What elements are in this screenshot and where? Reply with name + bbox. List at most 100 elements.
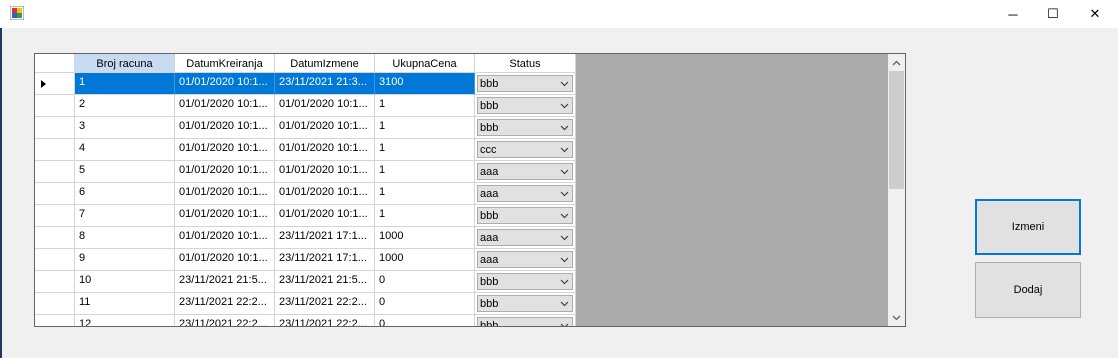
cell-broj-racuna[interactable]: 7 bbox=[75, 205, 175, 227]
status-dropdown[interactable]: bbb bbox=[477, 317, 573, 326]
cell-datum-kreiranja[interactable]: 01/01/2020 10:1... bbox=[175, 183, 275, 205]
cell-broj-racuna[interactable]: 2 bbox=[75, 95, 175, 117]
table-row[interactable]: 1 01/01/2020 10:1... 23/11/2021 21:3... 310… bbox=[35, 73, 576, 95]
cell-datum-izmene[interactable]: 23/11/2021 17:1... bbox=[275, 227, 375, 249]
cell-broj-racuna[interactable]: 8 bbox=[75, 227, 175, 249]
chevron-down-icon[interactable] bbox=[556, 252, 572, 267]
row-header[interactable] bbox=[35, 73, 75, 95]
chevron-down-icon[interactable] bbox=[556, 120, 572, 135]
maximize-button[interactable]: ☐ bbox=[1030, 0, 1076, 28]
invoice-data-grid[interactable]: Broj racuna DatumKreiranja DatumIzmene U… bbox=[34, 53, 906, 327]
cell-datum-izmene[interactable]: 01/01/2020 10:1... bbox=[275, 139, 375, 161]
scroll-thumb[interactable] bbox=[889, 71, 904, 189]
cell-datum-kreiranja[interactable]: 01/01/2020 10:1... bbox=[175, 139, 275, 161]
row-header[interactable] bbox=[35, 161, 75, 183]
table-row[interactable]: 4 01/01/2020 10:1... 01/01/2020 10:1... 1 cc… bbox=[35, 139, 576, 161]
cell-ukupna-cena[interactable]: 1 bbox=[375, 183, 475, 205]
column-header-broj-racuna[interactable]: Broj racuna bbox=[75, 54, 175, 73]
cell-broj-racuna[interactable]: 11 bbox=[75, 293, 175, 315]
cell-datum-izmene[interactable]: 23/11/2021 22:2... bbox=[275, 315, 375, 326]
chevron-down-icon[interactable] bbox=[556, 208, 572, 223]
status-dropdown[interactable]: bbb bbox=[477, 97, 573, 114]
cell-datum-izmene[interactable]: 23/11/2021 21:3... bbox=[275, 73, 375, 95]
row-header[interactable] bbox=[35, 249, 75, 271]
chevron-down-icon[interactable] bbox=[556, 296, 572, 311]
cell-ukupna-cena[interactable]: 1000 bbox=[375, 249, 475, 271]
status-dropdown[interactable]: bbb bbox=[477, 273, 573, 290]
scroll-down-button[interactable] bbox=[888, 309, 905, 326]
cell-datum-izmene[interactable]: 01/01/2020 10:1... bbox=[275, 117, 375, 139]
row-header[interactable] bbox=[35, 95, 75, 117]
status-dropdown[interactable]: bbb bbox=[477, 75, 573, 92]
cell-datum-kreiranja[interactable]: 01/01/2020 10:1... bbox=[175, 161, 275, 183]
status-dropdown[interactable]: aaa bbox=[477, 185, 573, 202]
table-row[interactable]: 5 01/01/2020 10:1... 01/01/2020 10:1... 1 aa… bbox=[35, 161, 576, 183]
cell-ukupna-cena[interactable]: 3100 bbox=[375, 73, 475, 95]
cell-datum-izmene[interactable]: 23/11/2021 22:2... bbox=[275, 293, 375, 315]
cell-ukupna-cena[interactable]: 1 bbox=[375, 205, 475, 227]
cell-broj-racuna[interactable]: 6 bbox=[75, 183, 175, 205]
cell-broj-racuna[interactable]: 3 bbox=[75, 117, 175, 139]
cell-broj-racuna[interactable]: 12 bbox=[75, 315, 175, 326]
row-header[interactable] bbox=[35, 117, 75, 139]
cell-datum-kreiranja[interactable]: 01/01/2020 10:1... bbox=[175, 227, 275, 249]
status-dropdown[interactable]: bbb bbox=[477, 295, 573, 312]
row-header[interactable] bbox=[35, 271, 75, 293]
cell-ukupna-cena[interactable]: 0 bbox=[375, 271, 475, 293]
close-button[interactable]: ✕ bbox=[1072, 0, 1118, 28]
column-header-datum-izmene[interactable]: DatumIzmene bbox=[275, 54, 375, 73]
cell-datum-izmene[interactable]: 23/11/2021 21:5... bbox=[275, 271, 375, 293]
row-header[interactable] bbox=[35, 139, 75, 161]
chevron-down-icon[interactable] bbox=[556, 164, 572, 179]
cell-datum-izmene[interactable]: 01/01/2020 10:1... bbox=[275, 161, 375, 183]
cell-ukupna-cena[interactable]: 0 bbox=[375, 315, 475, 326]
row-header[interactable] bbox=[35, 315, 75, 326]
cell-ukupna-cena[interactable]: 1 bbox=[375, 139, 475, 161]
cell-datum-kreiranja[interactable]: 01/01/2020 10:1... bbox=[175, 205, 275, 227]
cell-datum-izmene[interactable]: 23/11/2021 17:1... bbox=[275, 249, 375, 271]
table-row[interactable]: 8 01/01/2020 10:1... 23/11/2021 17:1... 100… bbox=[35, 227, 576, 249]
cell-datum-kreiranja[interactable]: 23/11/2021 22:2... bbox=[175, 315, 275, 326]
cell-broj-racuna[interactable]: 10 bbox=[75, 271, 175, 293]
table-row[interactable]: 10 23/11/2021 21:5... 23/11/2021 21:5... 0 b… bbox=[35, 271, 576, 293]
cell-ukupna-cena[interactable]: 1 bbox=[375, 95, 475, 117]
chevron-down-icon[interactable] bbox=[556, 98, 572, 113]
table-row[interactable]: 3 01/01/2020 10:1... 01/01/2020 10:1... 1 bb… bbox=[35, 117, 576, 139]
table-row[interactable]: 6 01/01/2020 10:1... 01/01/2020 10:1... 1 aa… bbox=[35, 183, 576, 205]
status-dropdown[interactable]: aaa bbox=[477, 251, 573, 268]
row-header[interactable] bbox=[35, 227, 75, 249]
cell-broj-racuna[interactable]: 5 bbox=[75, 161, 175, 183]
cell-ukupna-cena[interactable]: 1 bbox=[375, 117, 475, 139]
chevron-down-icon[interactable] bbox=[556, 230, 572, 245]
cell-ukupna-cena[interactable]: 0 bbox=[375, 293, 475, 315]
chevron-down-icon[interactable] bbox=[556, 274, 572, 289]
cell-datum-kreiranja[interactable]: 23/11/2021 21:5... bbox=[175, 271, 275, 293]
column-header-ukupna-cena[interactable]: UkupnaCena bbox=[375, 54, 475, 73]
row-header[interactable] bbox=[35, 293, 75, 315]
status-dropdown[interactable]: bbb bbox=[477, 119, 573, 136]
table-row[interactable]: 2 01/01/2020 10:1... 01/01/2020 10:1... 1 bb… bbox=[35, 95, 576, 117]
cell-datum-kreiranja[interactable]: 01/01/2020 10:1... bbox=[175, 249, 275, 271]
status-dropdown[interactable]: ccc bbox=[477, 141, 573, 158]
column-header-status[interactable]: Status bbox=[475, 54, 576, 73]
cell-datum-kreiranja[interactable]: 01/01/2020 10:1... bbox=[175, 73, 275, 95]
row-header[interactable] bbox=[35, 183, 75, 205]
table-row[interactable]: 12 23/11/2021 22:2... 23/11/2021 22:2... 0 b… bbox=[35, 315, 576, 326]
cell-broj-racuna[interactable]: 1 bbox=[75, 73, 175, 95]
table-row[interactable]: 9 01/01/2020 10:1... 23/11/2021 17:1... 100… bbox=[35, 249, 576, 271]
cell-ukupna-cena[interactable]: 1000 bbox=[375, 227, 475, 249]
cell-datum-kreiranja[interactable]: 01/01/2020 10:1... bbox=[175, 95, 275, 117]
status-dropdown[interactable]: bbb bbox=[477, 207, 573, 224]
row-header[interactable] bbox=[35, 205, 75, 227]
cell-broj-racuna[interactable]: 9 bbox=[75, 249, 175, 271]
izmeni-button[interactable]: Izmeni bbox=[975, 199, 1081, 255]
row-header-corner[interactable] bbox=[35, 54, 75, 73]
status-dropdown[interactable]: aaa bbox=[477, 229, 573, 246]
chevron-down-icon[interactable] bbox=[556, 318, 572, 326]
table-row[interactable]: 11 23/11/2021 22:2... 23/11/2021 22:2... 0 b… bbox=[35, 293, 576, 315]
cell-ukupna-cena[interactable]: 1 bbox=[375, 161, 475, 183]
cell-datum-kreiranja[interactable]: 23/11/2021 22:2... bbox=[175, 293, 275, 315]
status-dropdown[interactable]: aaa bbox=[477, 163, 573, 180]
chevron-down-icon[interactable] bbox=[556, 142, 572, 157]
column-header-datum-kreiranja[interactable]: DatumKreiranja bbox=[175, 54, 275, 73]
